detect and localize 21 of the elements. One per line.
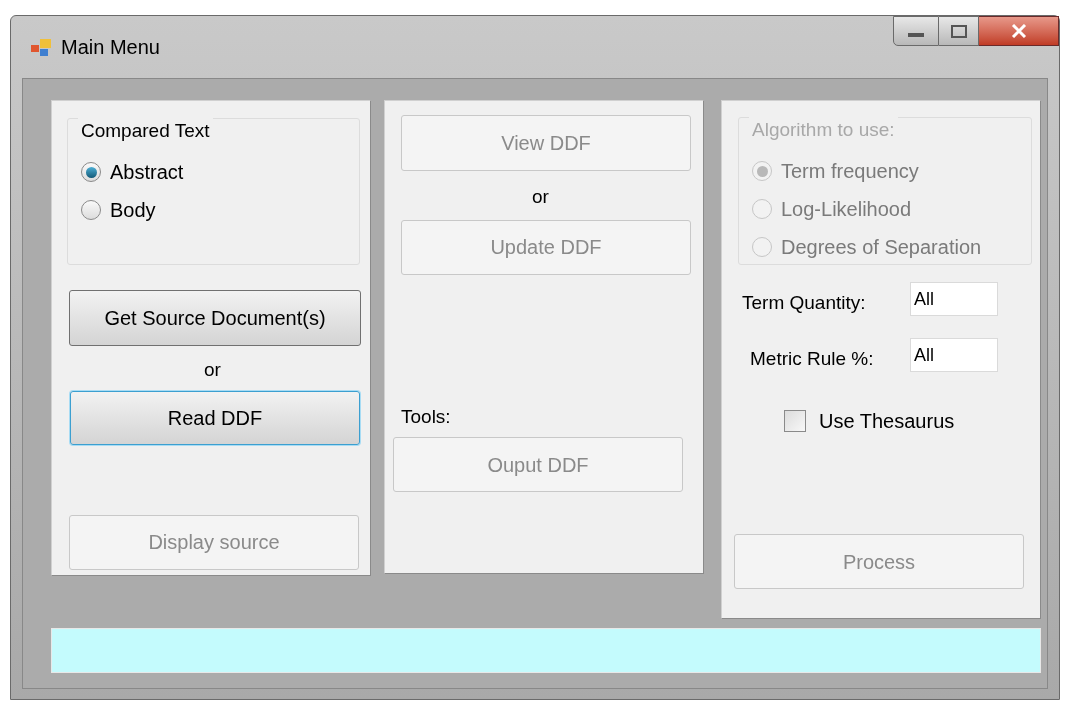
checkbox-label: Use Thesaurus bbox=[819, 409, 955, 434]
tools-label: Tools: bbox=[401, 404, 451, 429]
field-label: Metric Rule %: bbox=[749, 346, 875, 371]
radio-label: Body bbox=[110, 198, 156, 223]
maximize-button[interactable] bbox=[939, 16, 979, 46]
radio-label: Log-Likelihood bbox=[781, 197, 912, 222]
or-text: or bbox=[532, 185, 549, 209]
radio-button[interactable] bbox=[81, 200, 101, 220]
close-icon bbox=[1010, 24, 1027, 38]
radio-label: Abstract bbox=[110, 160, 184, 185]
radio-label: Degrees of Separation bbox=[781, 235, 982, 260]
app-icon bbox=[31, 37, 53, 57]
radio-button[interactable] bbox=[81, 162, 101, 182]
button[interactable]: Read DDF bbox=[70, 390, 360, 445]
radio-label: Term frequency bbox=[781, 159, 919, 184]
or-text: or bbox=[204, 358, 221, 382]
minimize-button[interactable] bbox=[893, 16, 939, 46]
field-label: Term Quantity: bbox=[741, 291, 867, 315]
button[interactable]: Get Source Document(s) bbox=[69, 290, 361, 346]
window-title: Main Menu bbox=[61, 35, 160, 60]
close-button[interactable] bbox=[979, 16, 1059, 46]
